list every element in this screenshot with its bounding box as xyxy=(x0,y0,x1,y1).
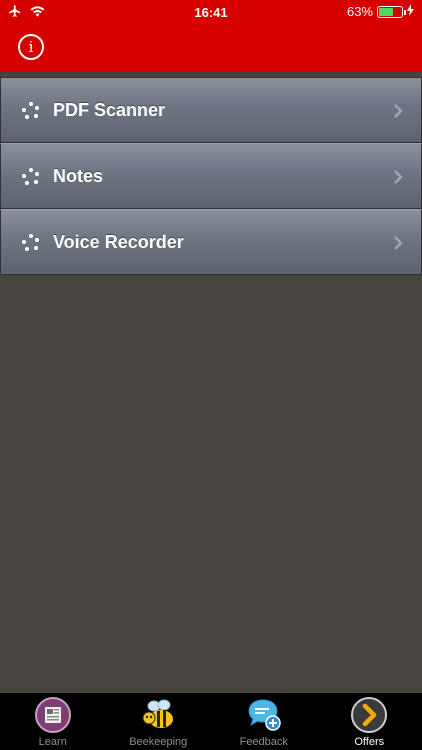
tab-learn[interactable]: Learn xyxy=(0,693,106,750)
menu-item-notes[interactable]: Notes xyxy=(0,143,422,209)
tab-feedback[interactable]: Feedback xyxy=(211,693,317,750)
spinner-icon xyxy=(22,168,39,185)
newspaper-icon xyxy=(34,697,71,733)
status-bar: 16:41 63% xyxy=(0,0,422,24)
info-button[interactable]: i xyxy=(18,34,44,60)
chevron-right-icon xyxy=(394,104,403,118)
chevron-right-icon xyxy=(394,170,403,184)
tab-bar: Learn Beekeeping Feedback Offers xyxy=(0,693,422,750)
charging-bolt-icon xyxy=(407,4,414,19)
chat-bubble-plus-icon xyxy=(248,699,281,731)
chevron-circle-icon xyxy=(351,697,388,733)
menu-item-pdf-scanner[interactable]: PDF Scanner xyxy=(0,77,422,143)
spinner-icon xyxy=(22,234,39,251)
tab-label: Beekeeping xyxy=(129,736,188,748)
chevron-right-icon xyxy=(394,236,403,250)
spinner-icon xyxy=(22,102,39,119)
header-bar: 16:41 63% i xyxy=(0,0,422,72)
bee-icon xyxy=(142,699,174,728)
menu-item-voice-recorder[interactable]: Voice Recorder xyxy=(0,209,422,275)
menu-list: PDF Scanner Notes Voice Recorder xyxy=(0,77,422,275)
battery-icon xyxy=(377,5,406,18)
menu-item-label: Voice Recorder xyxy=(53,232,184,252)
tab-offers[interactable]: Offers xyxy=(317,693,422,750)
tab-beekeeping[interactable]: Beekeeping xyxy=(106,693,212,750)
tab-label: Feedback xyxy=(239,736,288,748)
tab-label: Offers xyxy=(354,736,385,748)
battery-percent: 63% xyxy=(346,4,373,19)
menu-item-label: PDF Scanner xyxy=(53,100,166,120)
tab-label: Learn xyxy=(38,736,67,748)
menu-item-label: Notes xyxy=(53,166,104,186)
